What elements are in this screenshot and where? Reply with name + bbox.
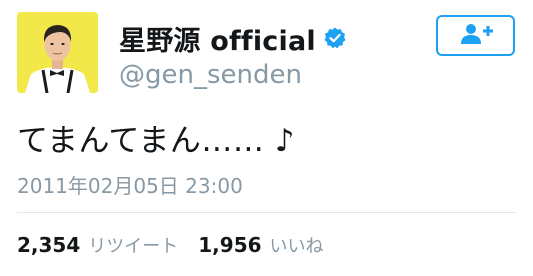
- avatar-image: [17, 12, 98, 93]
- verified-badge-icon: [323, 26, 347, 50]
- likes-label: いいね: [269, 236, 324, 257]
- tweet-card: 星野源 official @gen_senden てまんてまん…… ♪ 2011…: [0, 0, 533, 276]
- tweet-timestamp[interactable]: 2011年02月05日 23:00: [17, 170, 243, 199]
- tweet-text: てまんてまん…… ♪: [17, 123, 295, 159]
- likes-count: 1,956: [198, 233, 262, 257]
- divider: [17, 212, 516, 213]
- retweets-count: 2,354: [17, 233, 81, 257]
- tweet-stats: 2,354 リツイート 1,956 いいね: [17, 232, 324, 258]
- likes-stat[interactable]: 1,956 いいね: [198, 232, 323, 258]
- user-handle[interactable]: @gen_senden: [119, 60, 302, 90]
- retweets-stat[interactable]: 2,354 リツイート: [17, 232, 178, 258]
- avatar[interactable]: [17, 12, 98, 93]
- follow-button[interactable]: [436, 15, 515, 56]
- display-name-row: 星野源 official: [119, 18, 347, 58]
- display-name[interactable]: 星野源 official: [119, 19, 316, 58]
- add-person-icon: [458, 22, 494, 50]
- retweets-label: リツイート: [88, 236, 179, 257]
